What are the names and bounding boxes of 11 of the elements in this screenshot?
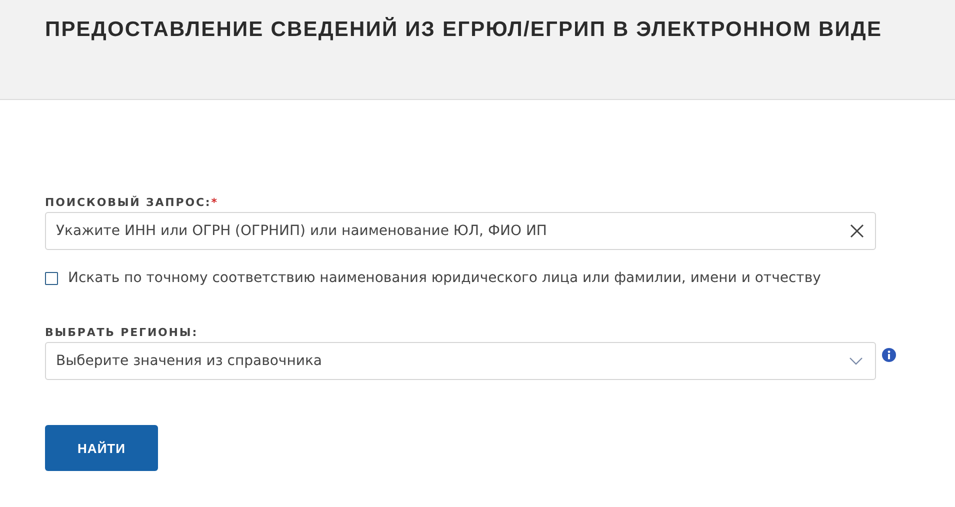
field-label: ВЫБРАТЬ РЕГИОНЫ: — [45, 326, 200, 341]
chevron-down-icon — [849, 357, 863, 365]
search-button[interactable]: НАЙТИ — [45, 425, 158, 471]
info-icon[interactable] — [882, 348, 896, 362]
search-field[interactable]: Укажите ИНН или ОГРН (ОГРНИП) или наименование ЮЛ, ФИО ИП — [45, 212, 876, 250]
checkbox[interactable] — [45, 272, 58, 284]
checkbox-label: Искать по точному соответствию наименования юридического лица или фамилии, имени и отчеству — [68, 270, 821, 286]
clear-icon[interactable] — [850, 224, 864, 238]
region-select[interactable]: Выберите значения из справочника — [45, 342, 876, 380]
field-label: ПОИСКОВЫЙ ЗАПРОС:* — [45, 196, 220, 211]
page-title: ПРЕДОСТАВЛЕНИЕ СВЕДЕНИЙ ИЗ ЕГРЮЛ/ЕГРИП В ЭЛЕКТРОННОМ ВИДЕ — [45, 18, 884, 42]
